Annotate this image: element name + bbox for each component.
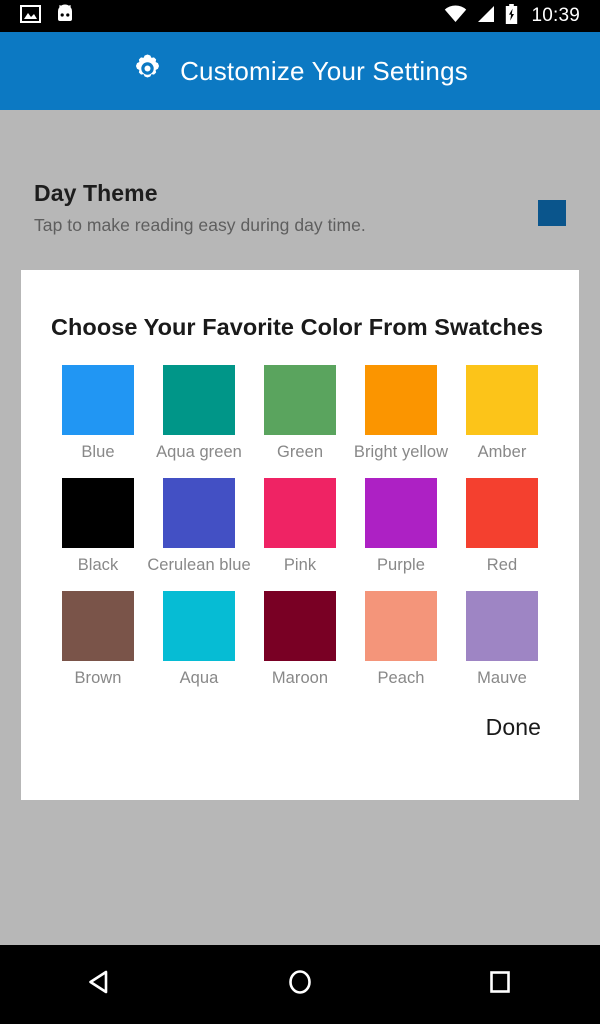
image-icon (20, 4, 41, 28)
swatch-item[interactable]: Mauve (455, 591, 549, 688)
swatch-row: Blue Aqua green Green Bright yellow Ambe… (51, 365, 549, 462)
swatch-item[interactable]: Green (253, 365, 347, 462)
swatch-chip[interactable] (466, 478, 538, 548)
swatch-label: Peach (377, 669, 425, 687)
swatch-row: Black Cerulean blue Pink Purple Red (51, 478, 549, 575)
swatch-chip[interactable] (264, 365, 336, 435)
status-bar: 10:39 (0, 0, 600, 32)
back-button[interactable] (55, 945, 145, 1024)
home-button[interactable] (255, 945, 345, 1024)
status-bar-left-icons (8, 4, 75, 29)
swatch-item[interactable]: Brown (51, 591, 145, 688)
swatch-label: Maroon (271, 669, 329, 687)
navigation-bar (0, 945, 600, 1024)
done-button[interactable]: Done (484, 710, 543, 745)
recents-button[interactable] (455, 945, 545, 1024)
swatch-item[interactable]: Peach (354, 591, 448, 688)
swatch-item[interactable]: Cerulean blue (147, 478, 251, 575)
day-theme-setting-row[interactable]: Day Theme Tap to make reading easy durin… (0, 180, 600, 236)
day-theme-color-indicator[interactable] (538, 200, 566, 226)
day-theme-title: Day Theme (34, 180, 158, 206)
swatch-grid: Blue Aqua green Green Bright yellow Ambe… (21, 341, 579, 688)
swatch-label: Aqua (179, 669, 219, 687)
swatch-label: Cerulean blue (147, 556, 251, 574)
gear-icon[interactable] (132, 53, 163, 89)
swatch-chip[interactable] (365, 478, 437, 548)
swatch-label: Brown (74, 669, 122, 687)
swatch-row: Brown Aqua Maroon Peach Mauve (51, 591, 549, 688)
swatch-chip[interactable] (163, 591, 235, 661)
swatch-label: Black (77, 556, 119, 574)
swatch-chip[interactable] (365, 591, 437, 661)
swatch-label: Red (486, 556, 518, 574)
swatch-item[interactable]: Black (51, 478, 145, 575)
swatch-label: Blue (81, 443, 115, 461)
swatch-label: Aqua green (156, 443, 242, 461)
dialog-actions: Done (21, 704, 579, 745)
swatch-label: Purple (377, 556, 425, 574)
swatch-item[interactable]: Amber (455, 365, 549, 462)
back-triangle-icon (85, 967, 115, 1002)
color-swatch-dialog: Choose Your Favorite Color From Swatches… (21, 270, 579, 800)
recents-square-icon (485, 967, 515, 1002)
day-theme-subtitle: Tap to make reading easy during day time… (34, 215, 366, 235)
swatch-item[interactable]: Purple (354, 478, 448, 575)
swatch-label: Mauve (477, 669, 527, 687)
android-head-icon (55, 4, 75, 29)
swatch-label: Pink (283, 556, 317, 574)
swatch-chip[interactable] (264, 478, 336, 548)
swatch-chip[interactable] (466, 365, 538, 435)
dialog-title: Choose Your Favorite Color From Swatches (51, 314, 544, 340)
swatch-item[interactable]: Red (455, 478, 549, 575)
swatch-chip[interactable] (365, 365, 437, 435)
swatch-chip[interactable] (163, 365, 235, 435)
swatch-chip[interactable] (163, 478, 235, 548)
home-circle-icon (285, 967, 315, 1002)
swatch-chip[interactable] (466, 591, 538, 661)
swatch-item[interactable]: Maroon (253, 591, 347, 688)
swatch-item[interactable]: Aqua (152, 591, 246, 688)
app-bar: Customize Your Settings (0, 32, 600, 110)
swatch-item[interactable]: Blue (51, 365, 145, 462)
app-bar-content: Customize Your Settings (132, 53, 468, 89)
app-screen: 10:39 Customize Your Settings Day Theme … (0, 0, 600, 1024)
status-bar-clock: 10:39 (531, 5, 580, 26)
swatch-chip[interactable] (62, 365, 134, 435)
status-bar-right-icons: 10:39 (444, 3, 592, 29)
swatch-chip[interactable] (264, 591, 336, 661)
cellular-signal-icon (476, 5, 496, 28)
swatch-item[interactable]: Aqua green (152, 365, 246, 462)
wifi-icon (444, 4, 467, 28)
swatch-item[interactable]: Pink (253, 478, 347, 575)
swatch-label: Amber (477, 443, 527, 461)
swatch-item[interactable]: Bright yellow (354, 365, 448, 462)
swatch-chip[interactable] (62, 591, 134, 661)
app-bar-title: Customize Your Settings (180, 55, 468, 86)
swatch-label: Bright yellow (353, 443, 449, 461)
swatch-chip[interactable] (62, 478, 134, 548)
battery-charging-icon (505, 3, 518, 29)
swatch-label: Green (276, 443, 324, 461)
